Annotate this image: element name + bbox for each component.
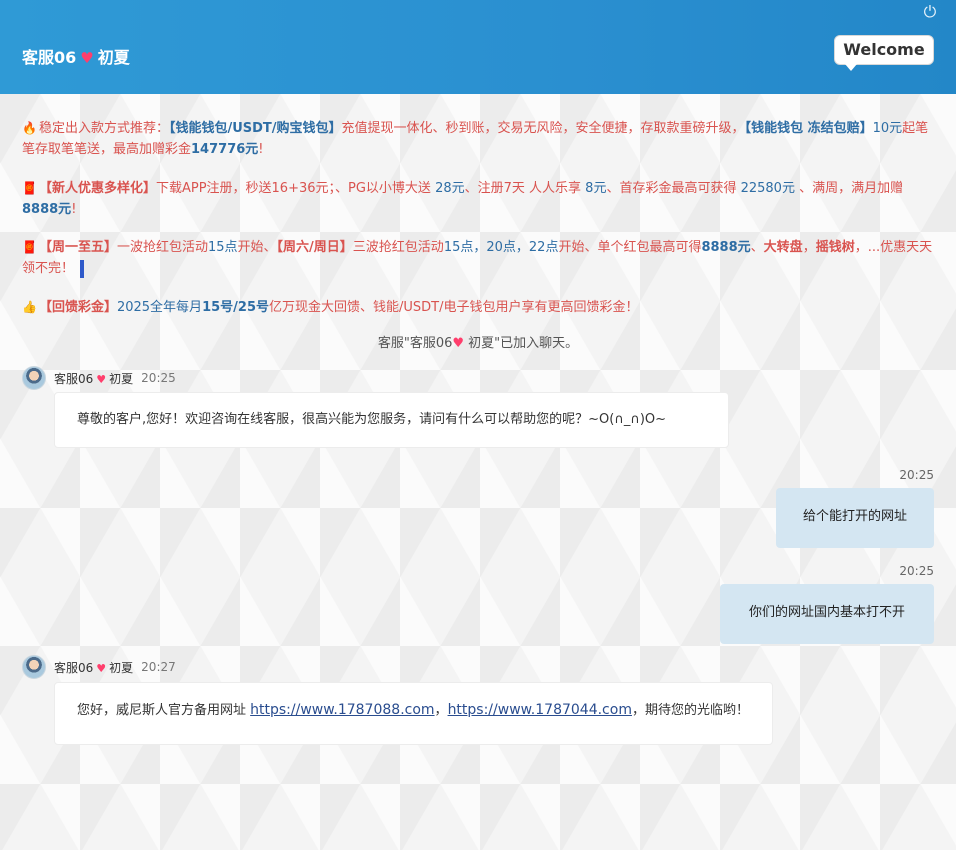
heart-icon: ♥ <box>80 49 94 67</box>
notice-text: 15点，20点，22点 <box>443 240 559 255</box>
agent-message-header: 客服06 ♥ 初夏 20:27 <box>22 655 176 679</box>
agent-name: 客服06 ♥ 初夏 <box>54 371 134 386</box>
notice-text: 2025全年每月 <box>116 300 203 315</box>
notice-text: 【回馈彩金】 <box>38 300 117 315</box>
notice-redpacket: 🧧 【周一至五】一波抢红包活动15点开始、【周六/周日】三波抢红包活动15点，20… <box>22 237 934 279</box>
notice-icon: 🔥 <box>22 121 37 135</box>
notice-text: 、注册7天 人人乐享 <box>464 181 586 196</box>
notice-text: 【周一至五】 <box>38 240 117 255</box>
notice-text: 10元 <box>872 121 903 136</box>
notice-text: 、满周，满月加赠 <box>794 181 904 196</box>
join-notice: 客服"客服06♥ 初夏"已加入聊天。 <box>377 336 579 351</box>
notice-text: 充值提现一体化、秒到账，交易无风险，安全便捷，存取款重磅升级， <box>341 121 745 136</box>
notice-text: 8888元 <box>22 202 72 217</box>
notice-text: 28元 <box>435 181 465 196</box>
message-time: 20:25 <box>141 371 176 385</box>
notice-text: 摇钱树 <box>815 240 855 255</box>
agent-message-bubble: 尊敬的客户,您好！欢迎咨询在线客服，很高兴能为您服务，请问有什么可以帮助您的呢？… <box>54 392 729 448</box>
agent-message-bubble: 您好，威尼斯人官方备用网址 https://www.1787088.com，ht… <box>54 682 773 745</box>
chat-content: 🔥 稳定出入款方式推荐：【钱能钱包/USDT/购宝钱包】充值提现一体化、秒到账，交… <box>0 94 956 850</box>
message-time: 20:25 <box>899 468 934 482</box>
agent-name: 客服06 ♥ 初夏 <box>54 660 134 675</box>
notice-text: 【钱能钱包 冻结包赔】 <box>744 121 873 136</box>
notice-text: 大转盘 <box>763 240 803 255</box>
notice-text: 8元 <box>585 181 607 196</box>
chat-header: 客服06 ♥ 初夏 ⏻ Welcome <box>0 0 956 94</box>
avatar <box>22 366 46 390</box>
notice-text: ， <box>802 240 816 255</box>
power-icon[interactable]: ⏻ <box>920 2 940 22</box>
agent-title: 客服06 ♥ 初夏 <box>22 48 130 67</box>
notice-newuser: 🧧 【新人优惠多样化】下载APP注册，秒送16+36元；、PG以小博大送 28元、… <box>22 178 934 220</box>
notice-text: 开始、单个红包最高可得 <box>558 240 702 255</box>
notice-deposit: 🔥 稳定出入款方式推荐：【钱能钱包/USDT/购宝钱包】充值提现一体化、秒到账，交… <box>22 118 934 160</box>
backup-url-link-1[interactable]: https://www.1787088.com <box>250 702 434 718</box>
heart-icon: ♥ <box>96 661 107 675</box>
notice-text: 8888元 <box>701 240 751 255</box>
welcome-badge: Welcome <box>834 35 934 71</box>
notice-text: 147776元 <box>191 142 259 157</box>
notice-text: 【周六/周日】 <box>276 240 353 255</box>
message-time: 20:25 <box>899 564 934 578</box>
notice-text: 开始、 <box>237 240 277 255</box>
notice-text: 稳定出入款方式推荐： <box>38 121 169 136</box>
agent-message-header: 客服06 ♥ 初夏 20:25 <box>22 366 176 390</box>
notice-text: 、首存彩金最高可获得 <box>606 181 741 196</box>
notice-icon: 🧧 <box>22 240 37 254</box>
notice-text: ! <box>258 142 264 157</box>
notice-text: 、 <box>750 240 764 255</box>
notice-text: 【钱能钱包/USDT/购宝钱包】 <box>168 121 342 136</box>
user-message-bubble: 你们的网址国内基本打不开 <box>720 584 934 644</box>
user-message-bubble: 给个能打开的网址 <box>776 488 934 548</box>
notice-text: ! <box>71 202 77 217</box>
notice-text: 22580元 <box>740 181 795 196</box>
notice-icon: 👍 <box>22 300 37 314</box>
message-time: 20:27 <box>141 660 176 674</box>
text-cursor <box>80 259 85 278</box>
backup-url-link-2[interactable]: https://www.1787044.com <box>448 702 632 718</box>
notice-text: 一波抢红包活动 <box>116 240 208 255</box>
notice-icon: 🧧 <box>22 181 37 195</box>
notice-text: 15号/25号 <box>202 300 269 315</box>
notice-text: 15点 <box>207 240 238 255</box>
notice-text: 【新人优惠多样化】 <box>38 181 156 196</box>
notice-rebate: 👍 【回馈彩金】2025全年每月15号/25号亿万现金大回馈、钱能/USDT/电子… <box>22 297 934 318</box>
notice-text: 三波抢红包活动 <box>352 240 444 255</box>
notice-text: 下载APP注册，秒送16+36元；、PG以小博大送 <box>155 181 436 196</box>
heart-icon: ♥ <box>96 372 107 386</box>
avatar <box>22 655 46 679</box>
heart-icon: ♥ <box>452 336 465 351</box>
notice-text: 亿万现金大回馈、钱能/USDT/电子钱包用户享有更高回馈彩金！ <box>269 300 639 315</box>
